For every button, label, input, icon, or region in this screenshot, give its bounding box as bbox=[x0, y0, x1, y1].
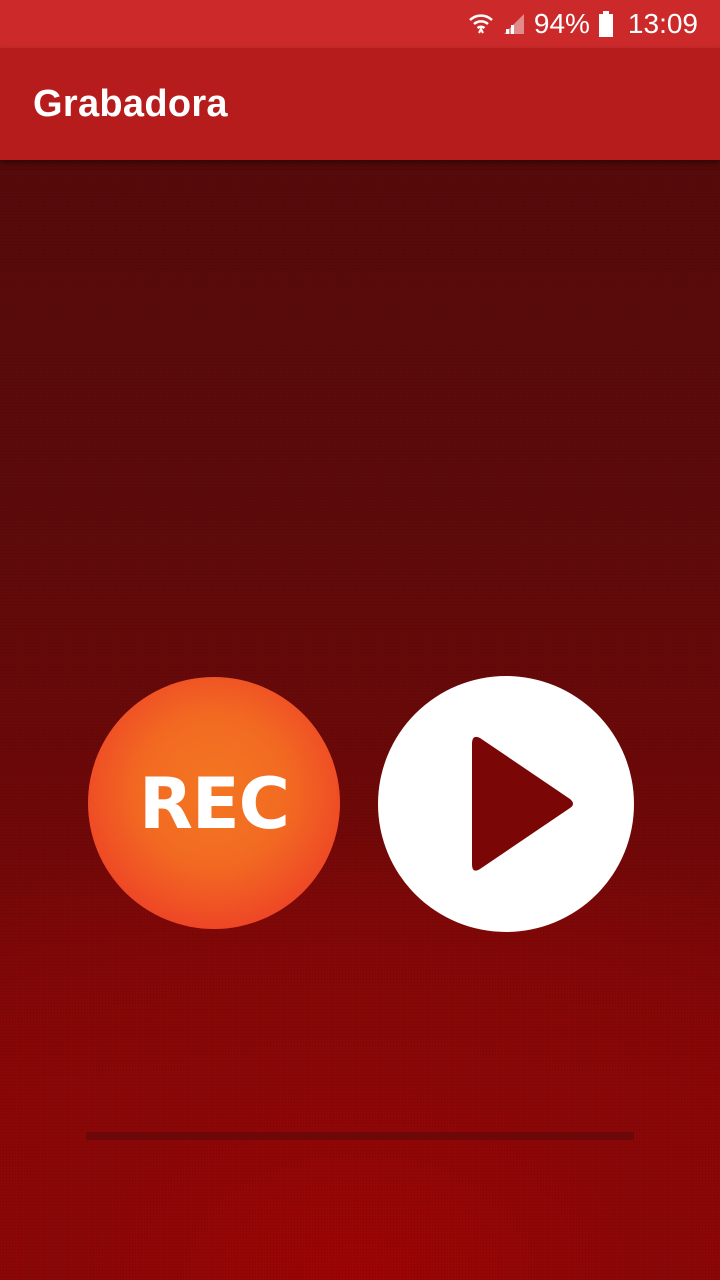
app-title: Grabadora bbox=[33, 82, 228, 125]
wifi-icon bbox=[468, 11, 494, 37]
signal-icon bbox=[502, 12, 526, 36]
status-bar: 94% 13:09 bbox=[0, 0, 720, 48]
main-content: REC bbox=[0, 160, 720, 1280]
play-icon bbox=[472, 736, 573, 871]
screen: 94% 13:09 Grabadora REC bbox=[0, 0, 720, 1280]
clock: 13:09 bbox=[627, 8, 698, 39]
record-button[interactable]: REC bbox=[88, 677, 340, 929]
play-button[interactable] bbox=[378, 676, 634, 932]
battery-percent: 94% bbox=[533, 8, 590, 39]
progress-bar[interactable] bbox=[86, 1132, 634, 1140]
app-bar: Grabadora bbox=[0, 48, 720, 160]
record-label: REC bbox=[138, 763, 290, 845]
battery-icon bbox=[598, 11, 614, 37]
